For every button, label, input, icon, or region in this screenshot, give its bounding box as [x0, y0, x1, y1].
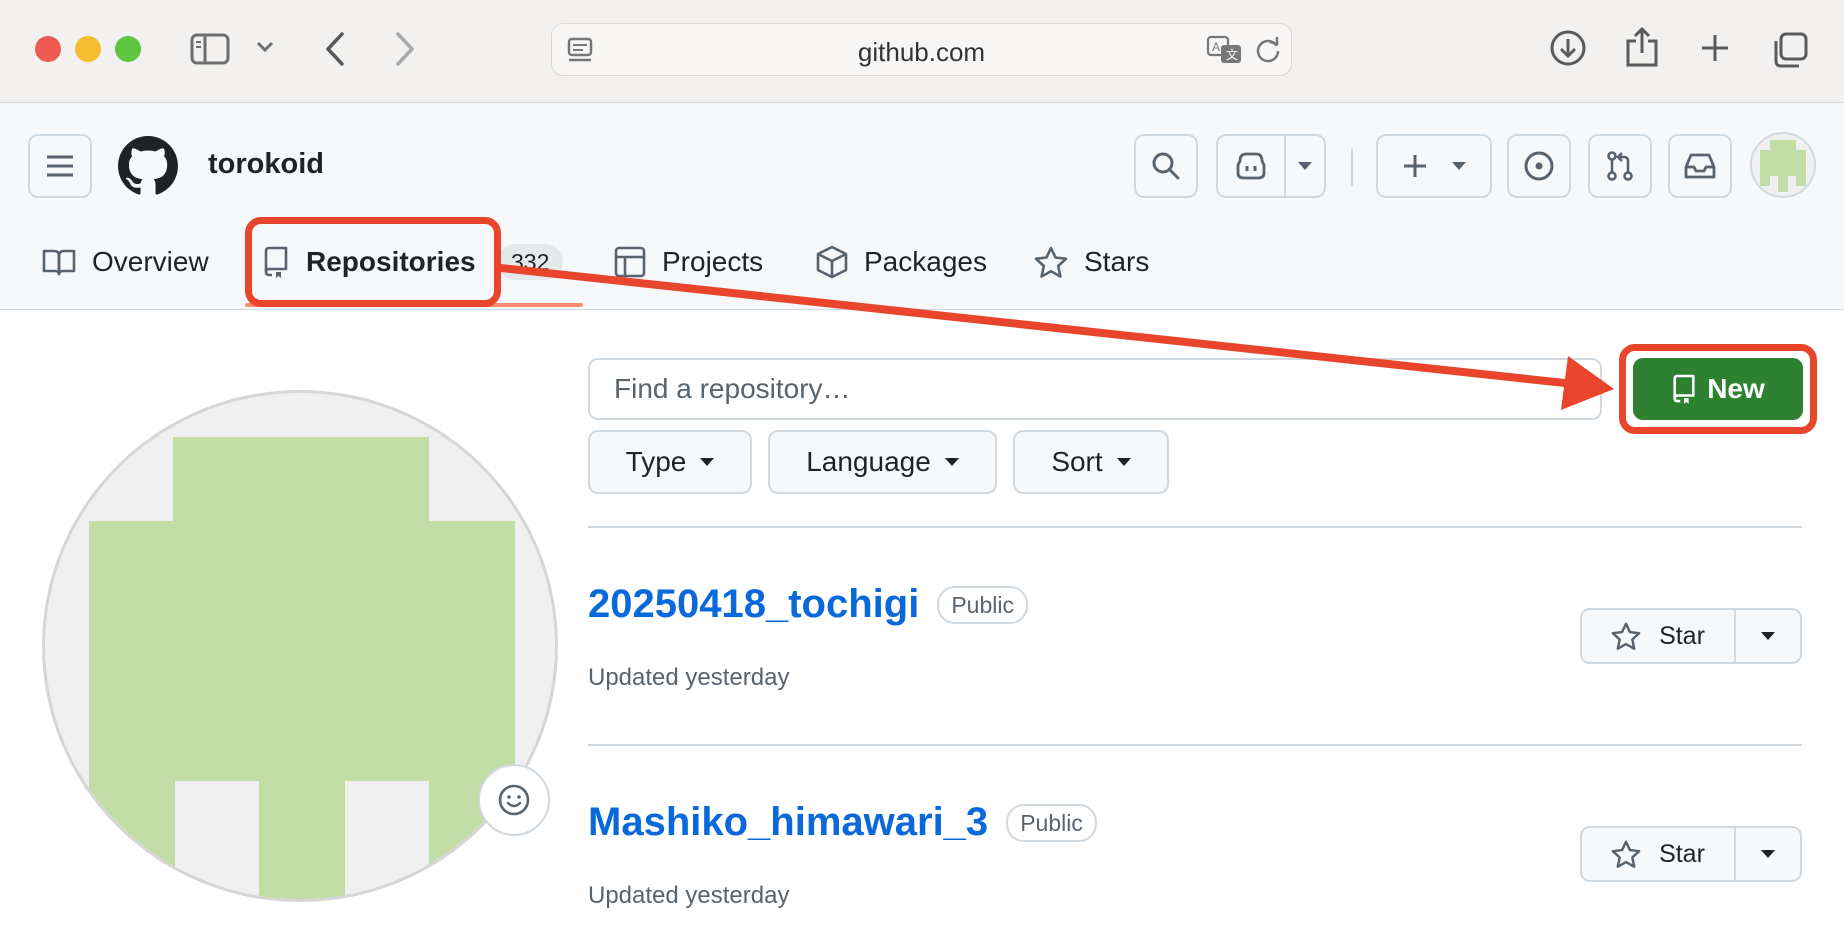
annotation-arrow — [497, 264, 1614, 410]
